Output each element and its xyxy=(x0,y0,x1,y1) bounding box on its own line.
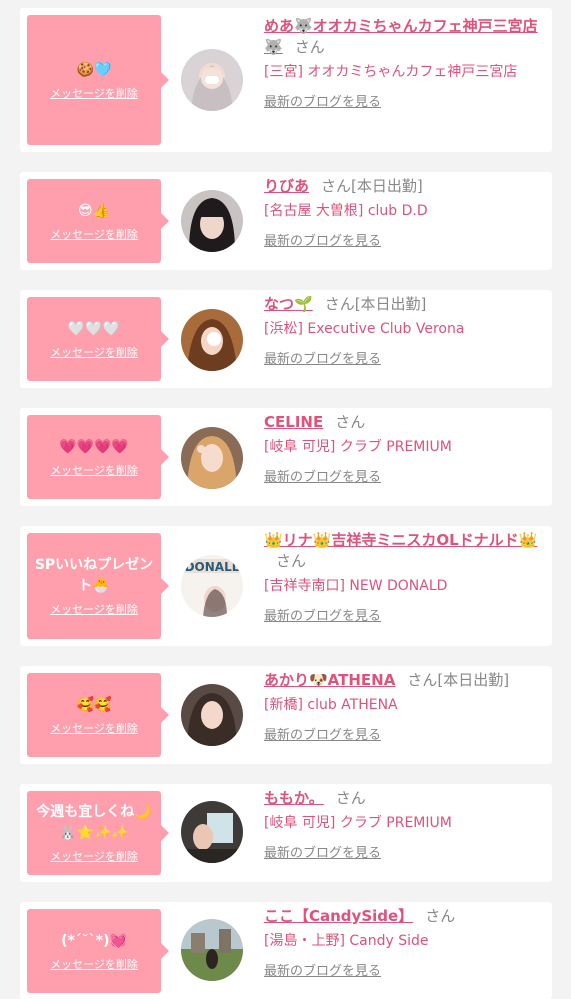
blog-link[interactable]: 最新のブログを見る xyxy=(264,960,550,979)
delete-message-link[interactable]: メッセージを削除 xyxy=(50,226,138,242)
avatar[interactable] xyxy=(181,309,243,371)
delete-message-link[interactable]: メッセージを削除 xyxy=(50,85,138,101)
message-list: 🍪🩵 メッセージを削除 めあ🐺オオカミちゃんカフェ神戸三宮店🐺 さん [三宮] オ… xyxy=(0,0,571,999)
blog-link[interactable]: 最新のブログを見る xyxy=(264,842,550,861)
list-item: 😎👍 メッセージを削除 りびあ さん[本日出勤] [名古屋 大曽根] club D… xyxy=(20,172,552,270)
delete-message-link[interactable]: メッセージを削除 xyxy=(50,720,138,736)
shop-text: [岐阜 可児] クラブ PREMIUM xyxy=(264,439,452,455)
delete-message-link[interactable]: メッセージを削除 xyxy=(50,344,138,360)
list-item: (*´˘`*)💓 メッセージを削除 ここ【CandySide】 さん [湯島・上野… xyxy=(20,902,552,999)
status-text: [本日出勤] xyxy=(354,295,427,313)
delete-message-link[interactable]: メッセージを削除 xyxy=(50,848,138,864)
avatar[interactable] xyxy=(181,49,243,111)
shop-text: [湯島・上野] Candy Side xyxy=(264,933,429,949)
shop-text: [三宮] オオカミちゃんカフェ神戸三宮店 xyxy=(264,64,518,80)
honorific: さん xyxy=(321,177,352,195)
user-name-link[interactable]: りびあ xyxy=(264,177,309,195)
blog-link[interactable]: 最新のブログを見る xyxy=(264,91,550,110)
honorific: さん xyxy=(407,671,438,689)
message-bubble: SPいいねプレゼント🐣 メッセージを削除 xyxy=(27,533,169,639)
delete-message-link[interactable]: メッセージを削除 xyxy=(50,462,138,478)
delete-message-link[interactable]: メッセージを削除 xyxy=(50,956,138,972)
avatar[interactable] xyxy=(181,684,243,746)
message-text: 🤍🤍🤍 xyxy=(67,320,121,337)
list-item: 💗💗💗💗 メッセージを削除 CELINE さん [岐阜 可児] クラブ PREMI… xyxy=(20,408,552,506)
honorific: さん xyxy=(294,38,325,56)
list-item: 🍪🩵 メッセージを削除 めあ🐺オオカミちゃんカフェ神戸三宮店🐺 さん [三宮] オ… xyxy=(20,8,552,152)
delete-message-link[interactable]: メッセージを削除 xyxy=(50,601,138,617)
message-bubble: 🤍🤍🤍 メッセージを削除 xyxy=(27,297,169,381)
shop-text: [岐阜 可児] クラブ PREMIUM xyxy=(264,815,452,831)
honorific: さん xyxy=(335,413,366,431)
message-bubble: 🍪🩵 メッセージを削除 xyxy=(27,15,169,145)
avatar[interactable] xyxy=(181,801,243,863)
message-bubble: 💗💗💗💗 メッセージを削除 xyxy=(27,415,169,499)
message-text: 今週も宜しくね🌙🐰⭐️✨✨ xyxy=(36,804,152,841)
avatar[interactable] xyxy=(181,919,243,981)
user-name-link[interactable]: CELINE xyxy=(264,413,323,431)
list-item: SPいいねプレゼント🐣 メッセージを削除 DONALL 👑リナ👑吉祥寺ミニスカO… xyxy=(20,526,552,646)
user-name-link[interactable]: 👑リナ👑吉祥寺ミニスカOLドナルド👑 xyxy=(264,531,537,549)
list-item: 今週も宜しくね🌙🐰⭐️✨✨ メッセージを削除 ももか。 さん [岐阜 可児] クラ… xyxy=(20,784,552,882)
avatar[interactable] xyxy=(181,427,243,489)
honorific: さん xyxy=(324,295,355,313)
shop-text: [新橋] club ATHENA xyxy=(264,697,398,713)
user-name-link[interactable]: なつ🌱 xyxy=(264,295,313,313)
shop-text: [名古屋 大曽根] club D.D xyxy=(264,203,428,219)
message-text: 😎👍 xyxy=(77,202,111,219)
message-text: 🍪🩵 xyxy=(76,61,112,78)
user-name-link[interactable]: ここ【CandySide】 xyxy=(264,907,413,925)
shop-text: [浜松] Executive Club Verona xyxy=(264,321,465,337)
blog-link[interactable]: 最新のブログを見る xyxy=(264,724,550,743)
honorific: さん xyxy=(425,907,456,925)
list-item: 🤍🤍🤍 メッセージを削除 なつ🌱 さん[本日出勤] [浜松] Executive … xyxy=(20,290,552,388)
svg-text:DONALL: DONALL xyxy=(185,560,240,574)
message-bubble: 今週も宜しくね🌙🐰⭐️✨✨ メッセージを削除 xyxy=(27,791,169,875)
message-bubble: 😎👍 メッセージを削除 xyxy=(27,179,169,263)
status-text: [本日出勤] xyxy=(351,177,423,195)
shop-text: [吉祥寺南口] NEW DONALD xyxy=(264,578,448,594)
message-bubble: (*´˘`*)💓 メッセージを削除 xyxy=(27,909,169,993)
blog-link[interactable]: 最新のブログを見る xyxy=(264,466,550,485)
user-name-link[interactable]: ももか。 xyxy=(264,789,324,807)
message-text: SPいいねプレゼント🐣 xyxy=(34,557,154,594)
user-name-link[interactable]: あかり🐶ATHENA xyxy=(264,671,395,689)
honorific: さん xyxy=(276,552,307,570)
message-text: 🥰🥰 xyxy=(76,696,112,713)
blog-link[interactable]: 最新のブログを見る xyxy=(264,230,550,249)
list-item: 🥰🥰 メッセージを削除 あかり🐶ATHENA さん[本日出勤] [新橋] club… xyxy=(20,666,552,764)
message-text: (*´˘`*)💓 xyxy=(61,932,127,949)
status-text: [本日出勤] xyxy=(437,671,510,689)
message-text: 💗💗💗💗 xyxy=(59,438,129,455)
avatar[interactable] xyxy=(181,190,243,252)
message-bubble: 🥰🥰 メッセージを削除 xyxy=(27,673,169,757)
avatar[interactable]: DONALL xyxy=(181,555,243,617)
blog-link[interactable]: 最新のブログを見る xyxy=(264,348,550,367)
blog-link[interactable]: 最新のブログを見る xyxy=(264,605,550,624)
honorific: さん xyxy=(335,789,366,807)
